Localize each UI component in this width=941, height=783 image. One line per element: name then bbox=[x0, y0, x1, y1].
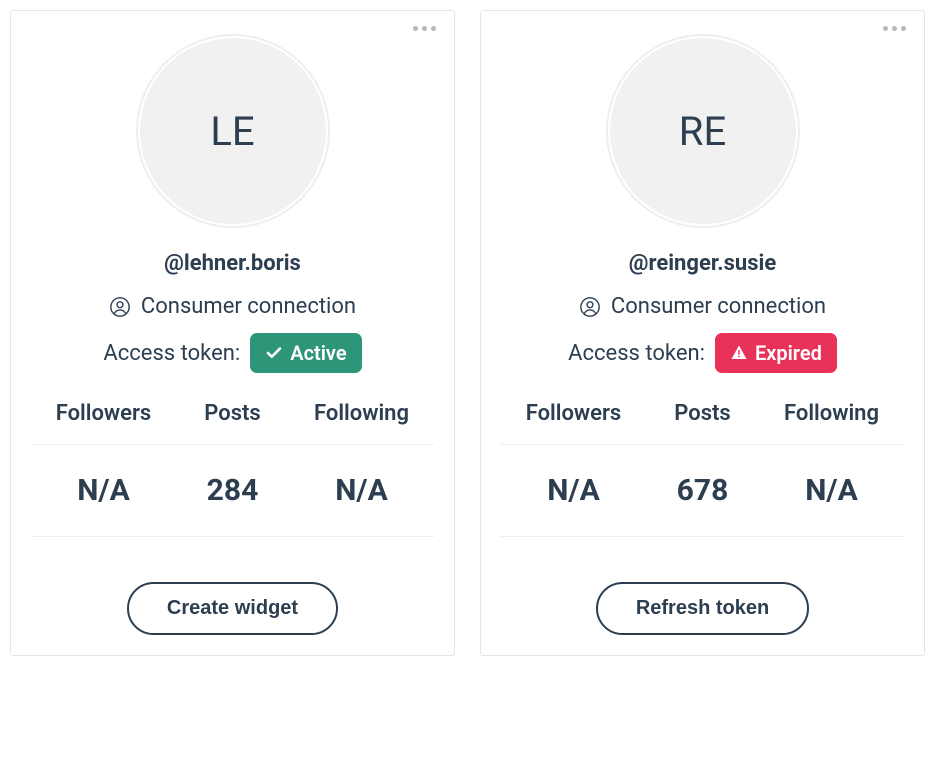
access-token-label: Access token: bbox=[568, 341, 705, 366]
access-token-row: Access token: Expired bbox=[501, 333, 904, 373]
warning-icon bbox=[730, 344, 748, 362]
status-badge-active: Active bbox=[250, 333, 361, 373]
user-icon bbox=[109, 296, 131, 318]
stat-header-posts: Posts bbox=[168, 401, 297, 426]
stats-values: N/A 284 N/A bbox=[31, 445, 434, 537]
stat-header-followers: Followers bbox=[39, 401, 168, 426]
more-menu-button[interactable] bbox=[413, 26, 436, 31]
access-token-label: Access token: bbox=[103, 341, 240, 366]
connection-type-label: Consumer connection bbox=[611, 294, 826, 319]
stat-header-following: Following bbox=[767, 401, 896, 426]
create-widget-button[interactable]: Create widget bbox=[127, 582, 338, 635]
stat-value-posts: 678 bbox=[638, 473, 767, 508]
user-icon bbox=[579, 296, 601, 318]
profile-card: RE @reinger.susie Consumer connection Ac… bbox=[480, 10, 925, 656]
stats-values: N/A 678 N/A bbox=[501, 445, 904, 537]
more-menu-button[interactable] bbox=[883, 26, 906, 31]
access-token-row: Access token: Active bbox=[31, 333, 434, 373]
stat-value-followers: N/A bbox=[509, 473, 638, 508]
check-icon bbox=[265, 344, 283, 362]
connection-type-row: Consumer connection bbox=[31, 294, 434, 319]
avatar-initials: RE bbox=[679, 108, 726, 155]
avatar: RE bbox=[608, 36, 798, 226]
stats-header: Followers Posts Following bbox=[31, 401, 434, 445]
stat-value-followers: N/A bbox=[39, 473, 168, 508]
stat-value-following: N/A bbox=[297, 473, 426, 508]
connection-type-row: Consumer connection bbox=[501, 294, 904, 319]
avatar: LE bbox=[138, 36, 328, 226]
stat-header-posts: Posts bbox=[638, 401, 767, 426]
status-badge-text: Expired bbox=[755, 341, 822, 365]
connection-type-label: Consumer connection bbox=[141, 294, 356, 319]
user-handle: @reinger.susie bbox=[501, 251, 904, 276]
stat-value-following: N/A bbox=[767, 473, 896, 508]
status-badge-expired: Expired bbox=[715, 333, 837, 373]
status-badge-text: Active bbox=[290, 341, 346, 365]
profile-card: LE @lehner.boris Consumer connection Acc… bbox=[10, 10, 455, 656]
refresh-token-button[interactable]: Refresh token bbox=[596, 582, 809, 635]
avatar-initials: LE bbox=[210, 108, 254, 155]
stats-header: Followers Posts Following bbox=[501, 401, 904, 445]
stat-value-posts: 284 bbox=[168, 473, 297, 508]
stat-header-following: Following bbox=[297, 401, 426, 426]
stat-header-followers: Followers bbox=[509, 401, 638, 426]
user-handle: @lehner.boris bbox=[31, 251, 434, 276]
